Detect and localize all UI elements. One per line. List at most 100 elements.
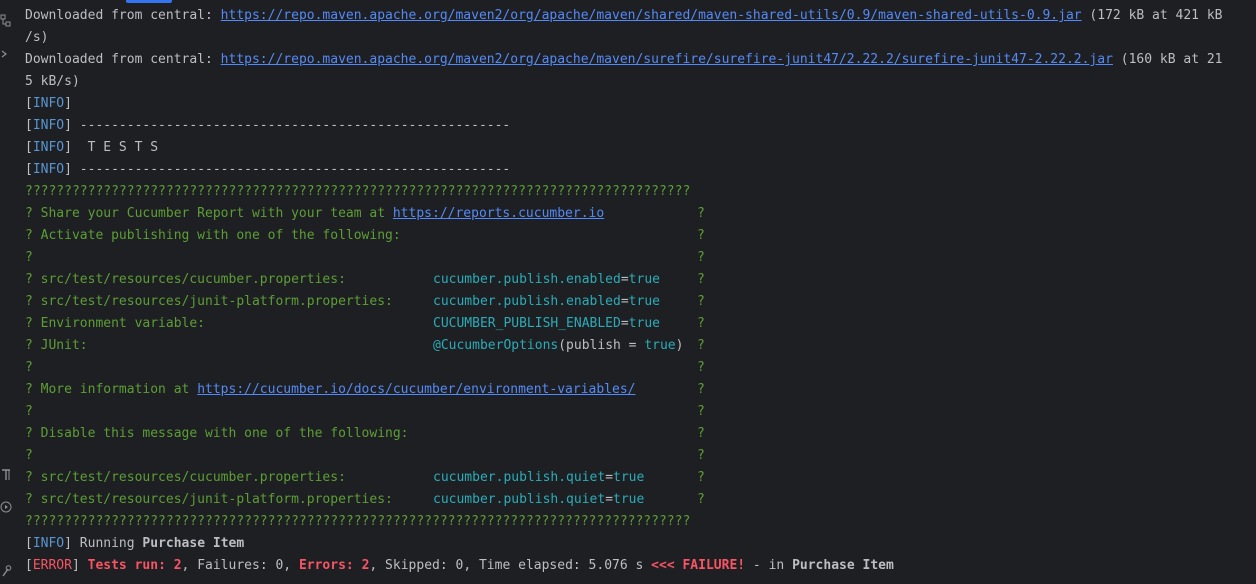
cucumber-more-info-line: ? More information at https://cucumber.i…	[25, 379, 1251, 401]
property-key: cucumber.publish.enabled	[433, 294, 621, 309]
log-text: )	[675, 338, 684, 353]
cucumber-option-line: ? src/test/resources/cucumber.properties…	[25, 269, 1251, 291]
cucumber-blank-line: ??	[25, 247, 1251, 269]
log-text: T E S T S	[71, 140, 159, 155]
log-text: =	[620, 272, 629, 287]
bracket: [	[25, 558, 33, 573]
log-text: Downloaded from central:	[25, 52, 221, 67]
log-text: ? Activate publishing with one of the fo…	[25, 228, 401, 243]
test-tube-icon[interactable]	[0, 468, 14, 482]
left-toolbar-gutter	[0, 0, 16, 584]
bracket: [	[25, 162, 33, 177]
cucumber-blank-line: ??	[25, 357, 1251, 379]
settings-tool-icon[interactable]	[0, 564, 14, 578]
property-value: true	[628, 316, 660, 331]
banner-edge: ?	[697, 250, 705, 265]
download-link[interactable]: https://repo.maven.apache.org/maven2/org…	[221, 52, 1113, 67]
bracket: ]	[64, 96, 72, 111]
property-key: cucumber.publish.quiet	[433, 492, 606, 507]
log-text: , Skipped: 0, Time elapsed: 5.076 s	[369, 558, 652, 573]
cucumber-activate-line: ? Activate publishing with one of the fo…	[25, 225, 1251, 247]
active-tab-indicator	[126, 0, 172, 3]
log-text: ? JUnit:	[25, 338, 88, 353]
property-key: cucumber.publish.enabled	[433, 272, 621, 287]
download-link[interactable]: https://repo.maven.apache.org/maven2/org…	[221, 8, 1082, 23]
bracket: ]	[64, 118, 72, 133]
property-value: true	[628, 294, 660, 309]
log-text: (publish =	[558, 338, 645, 353]
bracket: [	[25, 118, 33, 133]
log-text: /s)	[25, 30, 49, 45]
failure-marker: <<< FAILURE!	[651, 558, 746, 573]
property-value: true	[628, 272, 660, 287]
cucumber-blank-line: ??	[25, 445, 1251, 467]
info-line: [INFO] ---------------------------------…	[25, 159, 1251, 181]
banner-edge: ?	[697, 228, 705, 243]
cucumber-docs-link[interactable]: https://cucumber.io/docs/cucumber/enviro…	[197, 382, 635, 397]
bracket: ]	[64, 140, 72, 155]
property-value: true	[613, 492, 645, 507]
banner-edge: ?	[697, 492, 705, 507]
download-line-wrap: /s)	[25, 27, 1251, 49]
cucumber-reports-link[interactable]: https://reports.cucumber.io	[393, 206, 604, 221]
banner-edge: ?	[25, 404, 33, 419]
cucumber-banner-top: ????????????????????????????????????????…	[25, 184, 691, 199]
info-tag: INFO	[32, 140, 65, 155]
banner-edge: ?	[697, 206, 705, 221]
failures-text: , Failures: 0,	[181, 558, 299, 573]
log-text: (172 kB at 421 kB	[1081, 8, 1223, 23]
banner-edge: ?	[697, 448, 705, 463]
banner-edge: ?	[697, 360, 705, 375]
banner-edge: ?	[697, 294, 705, 309]
log-text: ? src/test/resources/cucumber.properties…	[25, 470, 346, 485]
chevron-right-icon[interactable]	[0, 48, 14, 62]
log-text: ? More information at	[25, 382, 198, 397]
banner-edge: ?	[697, 404, 705, 419]
cucumber-option-line: ? JUnit: @CucumberOptions(publish = true)…	[25, 335, 1251, 357]
info-tag: INFO	[32, 118, 65, 133]
log-text: ? src/test/resources/junit-platform.prop…	[25, 492, 393, 507]
info-line: [INFO] ---------------------------------…	[25, 115, 1251, 137]
banner-edge: ?	[25, 250, 33, 265]
cucumber-option-line: ? Environment variable: CUCUMBER_PUBLISH_…	[25, 313, 1251, 335]
error-line: [ERROR] Tests run: 2, Failures: 0, Error…	[25, 555, 1251, 577]
info-line: [INFO] Running Purchase Item	[25, 533, 1251, 555]
info-line: [INFO] T E S T S	[25, 137, 1251, 159]
log-text: 5 kB/s)	[25, 74, 80, 89]
log-text: ----------------------------------------…	[71, 118, 511, 133]
annotation: @CucumberOptions	[433, 338, 559, 353]
bracket: ]	[64, 162, 72, 177]
bracket: ]	[64, 536, 72, 551]
console-output[interactable]: Downloaded from central: https://repo.ma…	[25, 5, 1251, 577]
error-tag: ERROR	[32, 558, 72, 573]
bracket: [	[25, 96, 33, 111]
cucumber-option-line: ? src/test/resources/cucumber.properties…	[25, 467, 1251, 489]
log-text: (160 kB at 21	[1112, 52, 1223, 67]
log-text: =	[620, 316, 629, 331]
test-class-name: Purchase Item	[792, 558, 894, 573]
banner-edge: ?	[25, 448, 33, 463]
info-tag: INFO	[32, 162, 65, 177]
run-console-window: Downloaded from central: https://repo.ma…	[0, 0, 1256, 584]
info-tag: INFO	[32, 536, 65, 551]
banner-edge: ?	[697, 382, 705, 397]
property-value: true	[644, 338, 676, 353]
info-line: [INFO]	[25, 93, 1251, 115]
bracket: [	[25, 140, 33, 155]
banner-edge: ?	[25, 360, 33, 375]
tests-run-label: Tests run:	[79, 558, 174, 573]
cucumber-disable-line: ? Disable this message with one of the f…	[25, 423, 1251, 445]
property-value: true	[613, 470, 645, 485]
log-text: ? Share your Cucumber Report with your t…	[25, 206, 393, 221]
tests-run-value: 2	[173, 558, 182, 573]
log-text: Running	[71, 536, 143, 551]
cucumber-blank-line: ??	[25, 401, 1251, 423]
log-text: =	[605, 470, 614, 485]
run-icon[interactable]	[0, 500, 14, 514]
download-line: Downloaded from central: https://repo.ma…	[25, 49, 1251, 71]
log-text: ? src/test/resources/junit-platform.prop…	[25, 294, 393, 309]
structure-icon[interactable]	[0, 14, 14, 28]
log-text: =	[605, 492, 614, 507]
property-key: cucumber.publish.quiet	[433, 470, 606, 485]
log-text: ? src/test/resources/cucumber.properties…	[25, 272, 346, 287]
